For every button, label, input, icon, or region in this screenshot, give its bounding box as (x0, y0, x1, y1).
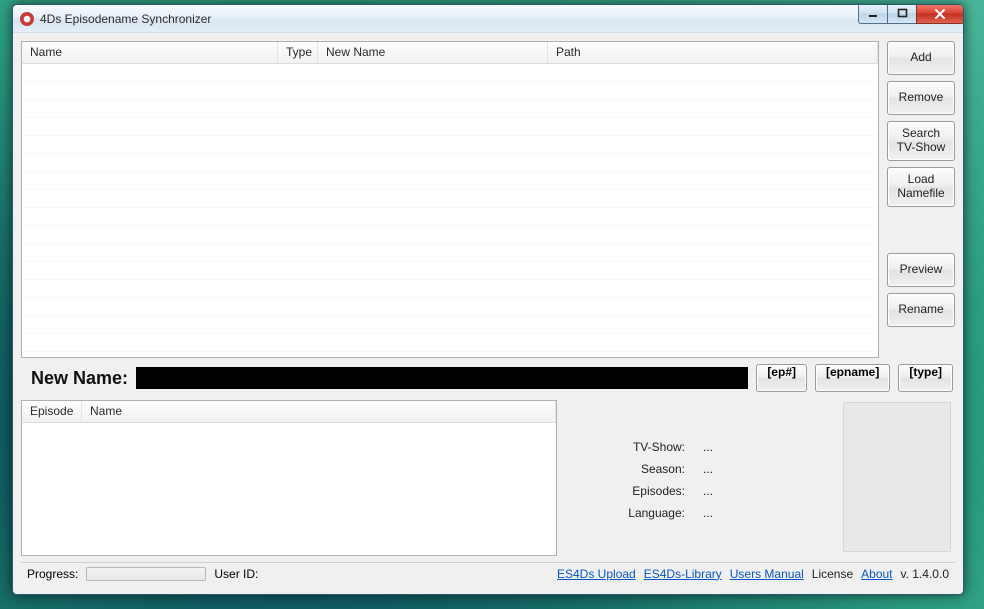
newname-input[interactable] (136, 367, 748, 389)
files-table-body[interactable] (22, 64, 878, 357)
newname-label: New Name: (31, 368, 128, 389)
link-license[interactable]: License (812, 567, 853, 581)
load-namefile-button[interactable]: Load Namefile (887, 167, 955, 207)
lower-row: Episode Name TV-Show: ... Season: ... (21, 400, 955, 556)
col-path[interactable]: Path (548, 42, 878, 63)
spacer (887, 213, 955, 247)
progress-bar (86, 567, 206, 581)
link-manual[interactable]: Users Manual (730, 567, 804, 581)
app-icon (19, 11, 35, 27)
add-button[interactable]: Add (887, 41, 955, 75)
col-episode[interactable]: Episode (22, 401, 82, 422)
files-table-header: Name Type New Name Path (22, 42, 878, 64)
col-newname[interactable]: New Name (318, 42, 548, 63)
language-label: Language: (628, 506, 685, 520)
close-button[interactable] (916, 4, 964, 24)
app-window: 4Ds Episodename Synchronizer Name Type N… (12, 4, 964, 595)
maximize-button[interactable] (887, 4, 917, 24)
language-value: ... (703, 506, 743, 520)
side-buttons: Add Remove Search TV-Show Load Namefile … (887, 41, 955, 358)
episodes-table[interactable]: Episode Name (21, 400, 557, 556)
col-type[interactable]: Type (278, 42, 318, 63)
window-controls (859, 4, 964, 24)
version-label: v. 1.4.0.0 (901, 567, 949, 581)
search-tvshow-button[interactable]: Search TV-Show (887, 121, 955, 161)
season-value: ... (703, 462, 743, 476)
token-epname-button[interactable]: [epname] (815, 364, 890, 392)
token-type-button[interactable]: [type] (898, 364, 953, 392)
remove-button[interactable]: Remove (887, 81, 955, 115)
statusbar: Progress: User ID: ES4Ds Upload ES4Ds-Li… (21, 562, 955, 584)
thumbnail-placeholder (843, 402, 951, 552)
token-ep-button[interactable]: [ep#] (756, 364, 807, 392)
info-language: Language: ... (628, 506, 743, 520)
info-tvshow: TV-Show: ... (633, 440, 743, 454)
link-about[interactable]: About (861, 567, 892, 581)
col-name[interactable]: Name (22, 42, 278, 63)
client-area: Name Type New Name Path Add Remove Searc… (13, 33, 963, 594)
files-table[interactable]: Name Type New Name Path (21, 41, 879, 358)
episodes-table-body[interactable] (22, 423, 556, 555)
preview-button[interactable]: Preview (887, 253, 955, 287)
info-episodes: Episodes: ... (632, 484, 743, 498)
link-upload[interactable]: ES4Ds Upload (557, 567, 636, 581)
info-season: Season: ... (641, 462, 743, 476)
episodes-label: Episodes: (632, 484, 685, 498)
titlebar[interactable]: 4Ds Episodename Synchronizer (13, 5, 963, 33)
tvshow-value: ... (703, 440, 743, 454)
info-panel: TV-Show: ... Season: ... Episodes: ... L… (567, 400, 955, 556)
window-title: 4Ds Episodename Synchronizer (40, 12, 211, 26)
info-labels: TV-Show: ... Season: ... Episodes: ... L… (567, 440, 747, 556)
minimize-button[interactable] (858, 4, 888, 24)
season-label: Season: (641, 462, 685, 476)
col-ep-name[interactable]: Name (82, 401, 556, 422)
newname-row: New Name: [ep#] [epname] [type] (21, 364, 955, 394)
rename-button[interactable]: Rename (887, 293, 955, 327)
progress-label: Progress: (27, 567, 78, 581)
episodes-table-header: Episode Name (22, 401, 556, 423)
episodes-value: ... (703, 484, 743, 498)
link-library[interactable]: ES4Ds-Library (644, 567, 722, 581)
userid-label: User ID: (214, 567, 258, 581)
upper-row: Name Type New Name Path Add Remove Searc… (21, 41, 955, 358)
tvshow-label: TV-Show: (633, 440, 685, 454)
